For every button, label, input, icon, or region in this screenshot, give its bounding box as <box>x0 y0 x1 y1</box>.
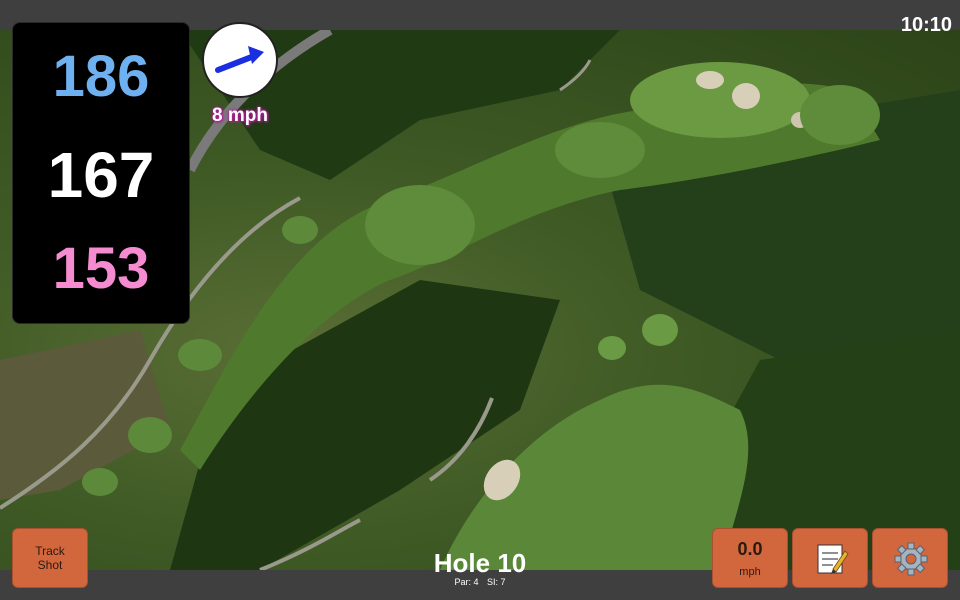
hole-stroke-index: SI: 7 <box>487 577 506 587</box>
front-distance: 153 <box>52 236 150 301</box>
hole-title: Hole 10 <box>433 548 527 578</box>
settings-button[interactable] <box>872 528 948 588</box>
wind-arrow-icon <box>215 46 264 73</box>
speed-unit: mph <box>739 566 761 578</box>
speed-button[interactable]: 0.0 mph <box>712 528 788 588</box>
hole-par: Par: 4 <box>454 577 479 587</box>
track-shot-label-line2: Shot <box>37 558 63 572</box>
hole-info: Par: 4 SI: 7 <box>380 577 580 587</box>
back-distance: 186 <box>52 44 150 109</box>
clock: 10:10 <box>900 14 952 36</box>
track-shot-button[interactable]: Track Shot <box>12 528 88 588</box>
track-shot-label-line1: Track <box>35 544 65 558</box>
middle-distance: 167 <box>47 139 155 211</box>
wind-indicator[interactable] <box>202 22 278 98</box>
speed-value: 0.0 <box>737 539 763 559</box>
notes-button[interactable] <box>792 528 868 588</box>
gear-icon <box>894 542 928 576</box>
notepad-icon <box>817 544 849 574</box>
distance-panel[interactable]: 186 167 153 <box>12 22 190 324</box>
wind-speed-label: 8 mph <box>212 105 268 126</box>
